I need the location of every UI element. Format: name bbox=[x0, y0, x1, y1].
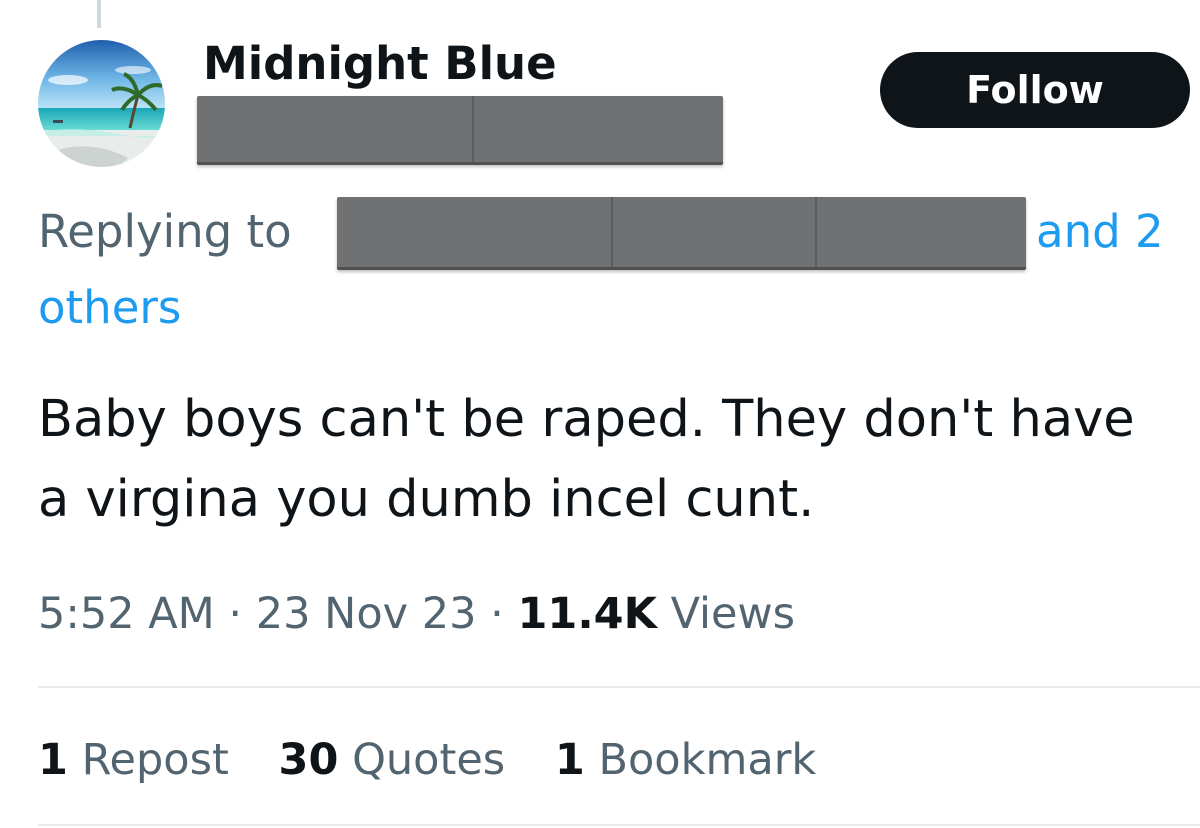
thread-connector-line bbox=[97, 0, 101, 28]
redacted-handle bbox=[197, 96, 723, 165]
bookmarks-count: 1 bbox=[554, 735, 585, 785]
avatar-beach-image bbox=[38, 40, 165, 167]
avatar[interactable] bbox=[38, 40, 165, 167]
reposts-count: 1 bbox=[38, 735, 68, 785]
tweet-meta: 5:52 AM · 23 Nov 23 · 11.4K Views bbox=[38, 582, 795, 646]
bookmarks-stat[interactable]: 1 Bookmark bbox=[555, 728, 816, 792]
engagement-stats: 1 Repost 30 Quotes 1 Bookmark bbox=[38, 728, 852, 792]
quotes-stat[interactable]: 30 Quotes bbox=[279, 728, 506, 792]
redacted-reply-handles bbox=[337, 197, 1026, 270]
bookmarks-label: Bookmark bbox=[598, 735, 817, 785]
reposts-stat[interactable]: 1 Repost bbox=[38, 728, 229, 792]
tweet-text: Baby boys can't be raped. They don't hav… bbox=[38, 390, 1135, 529]
views-label: Views bbox=[670, 589, 796, 639]
reply-others-link[interactable]: and 2 bbox=[1036, 200, 1164, 264]
author-display-name[interactable]: Midnight Blue bbox=[203, 36, 557, 92]
tweet-date[interactable]: 23 Nov 23 bbox=[256, 589, 477, 639]
meta-separator: · bbox=[228, 589, 243, 639]
quotes-count: 30 bbox=[278, 735, 339, 785]
reply-others-link-continued[interactable]: others bbox=[38, 276, 181, 340]
meta-separator: · bbox=[490, 589, 504, 639]
divider bbox=[38, 824, 1200, 826]
divider bbox=[38, 686, 1200, 688]
tweet-time[interactable]: 5:52 AM bbox=[38, 589, 215, 639]
reposts-label: Repost bbox=[81, 735, 229, 785]
follow-button[interactable]: Follow bbox=[880, 52, 1190, 128]
quotes-label: Quotes bbox=[352, 735, 506, 785]
views-count: 11.4K bbox=[517, 589, 657, 639]
replying-to-label: Replying to bbox=[38, 205, 292, 258]
